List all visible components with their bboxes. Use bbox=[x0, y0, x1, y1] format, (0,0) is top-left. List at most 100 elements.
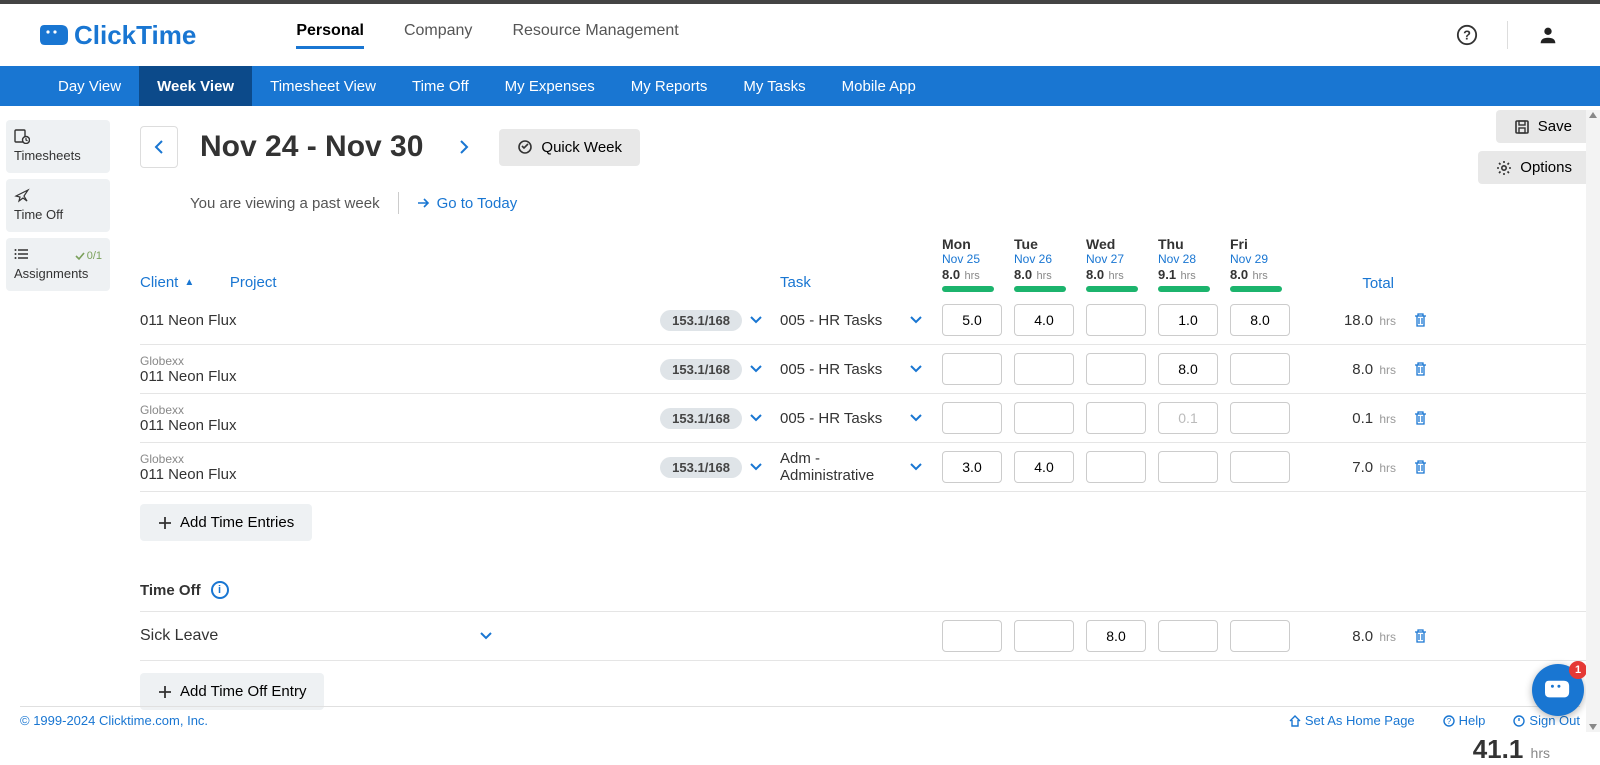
chat-badge: 1 bbox=[1569, 661, 1587, 679]
task-name: 005 - HR Tasks bbox=[780, 312, 882, 329]
svg-text:?: ? bbox=[1463, 28, 1471, 43]
chevron-down-icon[interactable] bbox=[480, 632, 492, 640]
set-home-page-link[interactable]: Set As Home Page bbox=[1289, 713, 1415, 728]
nav-week-view[interactable]: Week View bbox=[139, 66, 252, 106]
timeoff-mon[interactable] bbox=[942, 620, 1002, 652]
nav-time-off[interactable]: Time Off bbox=[394, 66, 487, 106]
caret-up-icon: ▲ bbox=[184, 277, 194, 288]
hour-input[interactable] bbox=[1230, 451, 1290, 483]
tab-company[interactable]: Company bbox=[404, 22, 472, 49]
hour-input[interactable] bbox=[1158, 353, 1218, 385]
nav-my-tasks[interactable]: My Tasks bbox=[725, 66, 823, 106]
task-name: Adm - Administrative bbox=[780, 450, 902, 484]
scrollbar[interactable] bbox=[1586, 110, 1600, 732]
go-to-today-link[interactable]: Go to Today bbox=[417, 195, 518, 212]
chevron-down-icon[interactable] bbox=[910, 463, 922, 471]
prev-week-button[interactable] bbox=[140, 126, 178, 168]
hour-input[interactable] bbox=[942, 451, 1002, 483]
nav-mobile-app[interactable]: Mobile App bbox=[824, 66, 934, 106]
chevron-down-icon[interactable] bbox=[750, 316, 762, 324]
hour-input[interactable] bbox=[942, 304, 1002, 336]
hour-input[interactable] bbox=[1158, 402, 1218, 434]
day-col-mon: Mon Nov 25 8.0 hrs bbox=[940, 236, 1012, 292]
nav-day-view[interactable]: Day View bbox=[40, 66, 139, 106]
project-name: 011 Neon Flux bbox=[140, 417, 480, 434]
sidebar-assignments[interactable]: 0/1 Assignments bbox=[6, 238, 110, 291]
timeoff-tue[interactable] bbox=[1014, 620, 1074, 652]
help-icon[interactable]: ? bbox=[1455, 23, 1479, 47]
task-name: 005 - HR Tasks bbox=[780, 410, 882, 427]
hour-input[interactable] bbox=[1086, 304, 1146, 336]
delete-row-button[interactable] bbox=[1400, 459, 1440, 475]
delete-row-button[interactable] bbox=[1400, 312, 1440, 328]
delete-timeoff-row[interactable] bbox=[1400, 628, 1440, 644]
next-week-button[interactable] bbox=[445, 126, 483, 168]
col-client[interactable]: Client ▲ bbox=[140, 274, 194, 291]
hour-input[interactable] bbox=[1158, 451, 1218, 483]
plus-icon bbox=[158, 516, 172, 530]
hour-input[interactable] bbox=[1230, 402, 1290, 434]
user-icon[interactable] bbox=[1536, 23, 1560, 47]
nav-my-reports[interactable]: My Reports bbox=[613, 66, 726, 106]
chevron-down-icon[interactable] bbox=[910, 316, 922, 324]
hour-input[interactable] bbox=[1086, 353, 1146, 385]
hour-input[interactable] bbox=[1158, 304, 1218, 336]
hour-input[interactable] bbox=[1014, 451, 1074, 483]
gear-icon bbox=[1496, 160, 1512, 176]
chevron-down-icon[interactable] bbox=[910, 365, 922, 373]
logo-icon bbox=[40, 24, 68, 46]
sidebar-timeoff-label: Time Off bbox=[14, 207, 63, 222]
tab-personal[interactable]: Personal bbox=[296, 22, 364, 49]
nav-timesheet-view[interactable]: Timesheet View bbox=[252, 66, 394, 106]
sign-out-link[interactable]: Sign Out bbox=[1513, 713, 1580, 728]
hour-input[interactable] bbox=[1086, 451, 1146, 483]
col-task[interactable]: Task bbox=[780, 274, 811, 291]
chevron-down-icon[interactable] bbox=[750, 463, 762, 471]
footer-copyright: © 1999-2024 Clicktime.com, Inc. bbox=[20, 713, 208, 728]
timeoff-section-title: Time Off bbox=[140, 582, 201, 599]
hour-input[interactable] bbox=[942, 353, 1002, 385]
hour-input[interactable] bbox=[1086, 402, 1146, 434]
tab-resource[interactable]: Resource Management bbox=[512, 22, 678, 49]
add-time-entries-button[interactable]: Add Time Entries bbox=[140, 504, 312, 541]
chat-bubble[interactable]: 1 bbox=[1532, 664, 1584, 716]
hour-input[interactable] bbox=[1230, 304, 1290, 336]
client-name: Globexx bbox=[140, 452, 480, 466]
help-link[interactable]: ? Help bbox=[1443, 713, 1486, 728]
logo[interactable]: ClickTime bbox=[40, 20, 196, 51]
info-icon[interactable]: i bbox=[211, 581, 229, 599]
col-project[interactable]: Project bbox=[230, 274, 277, 291]
chevron-down-icon[interactable] bbox=[910, 414, 922, 422]
project-hours-pill: 153.1/168 bbox=[660, 310, 742, 331]
save-button[interactable]: Save bbox=[1496, 110, 1590, 143]
hour-input[interactable] bbox=[942, 402, 1002, 434]
timeoff-fri[interactable] bbox=[1230, 620, 1290, 652]
hour-input[interactable] bbox=[1230, 353, 1290, 385]
day-col-wed: Wed Nov 27 8.0 hrs bbox=[1084, 236, 1156, 292]
delete-row-button[interactable] bbox=[1400, 410, 1440, 426]
nav-my-expenses[interactable]: My Expenses bbox=[487, 66, 613, 106]
timeoff-wed[interactable] bbox=[1086, 620, 1146, 652]
sidebar-timeoff[interactable]: Time Off bbox=[6, 179, 110, 232]
add-timeoff-entry-button[interactable]: Add Time Off Entry bbox=[140, 673, 324, 710]
chevron-down-icon[interactable] bbox=[750, 365, 762, 373]
hour-input[interactable] bbox=[1014, 353, 1074, 385]
day-col-tue: Tue Nov 26 8.0 hrs bbox=[1012, 236, 1084, 292]
quick-week-button[interactable]: Quick Week bbox=[499, 129, 640, 166]
row-total: 0.1 hrs bbox=[1300, 410, 1400, 427]
chevron-down-icon[interactable] bbox=[750, 414, 762, 422]
hour-input[interactable] bbox=[1014, 304, 1074, 336]
airplane-icon bbox=[14, 187, 102, 203]
divider bbox=[1507, 21, 1508, 49]
entry-row: Globexx011 Neon Flux153.1/168Adm - Admin… bbox=[140, 443, 1590, 492]
timeoff-thu[interactable] bbox=[1158, 620, 1218, 652]
row-total: 7.0 hrs bbox=[1300, 459, 1400, 476]
hour-input[interactable] bbox=[1014, 402, 1074, 434]
list-icon bbox=[14, 246, 30, 262]
project-hours-pill: 153.1/168 bbox=[660, 457, 742, 478]
delete-row-button[interactable] bbox=[1400, 361, 1440, 377]
sidebar-timesheets[interactable]: Timesheets bbox=[6, 120, 110, 173]
options-button[interactable]: Options bbox=[1478, 151, 1590, 184]
client-name: Globexx bbox=[140, 403, 480, 417]
assignments-badge: 0/1 bbox=[75, 250, 102, 262]
